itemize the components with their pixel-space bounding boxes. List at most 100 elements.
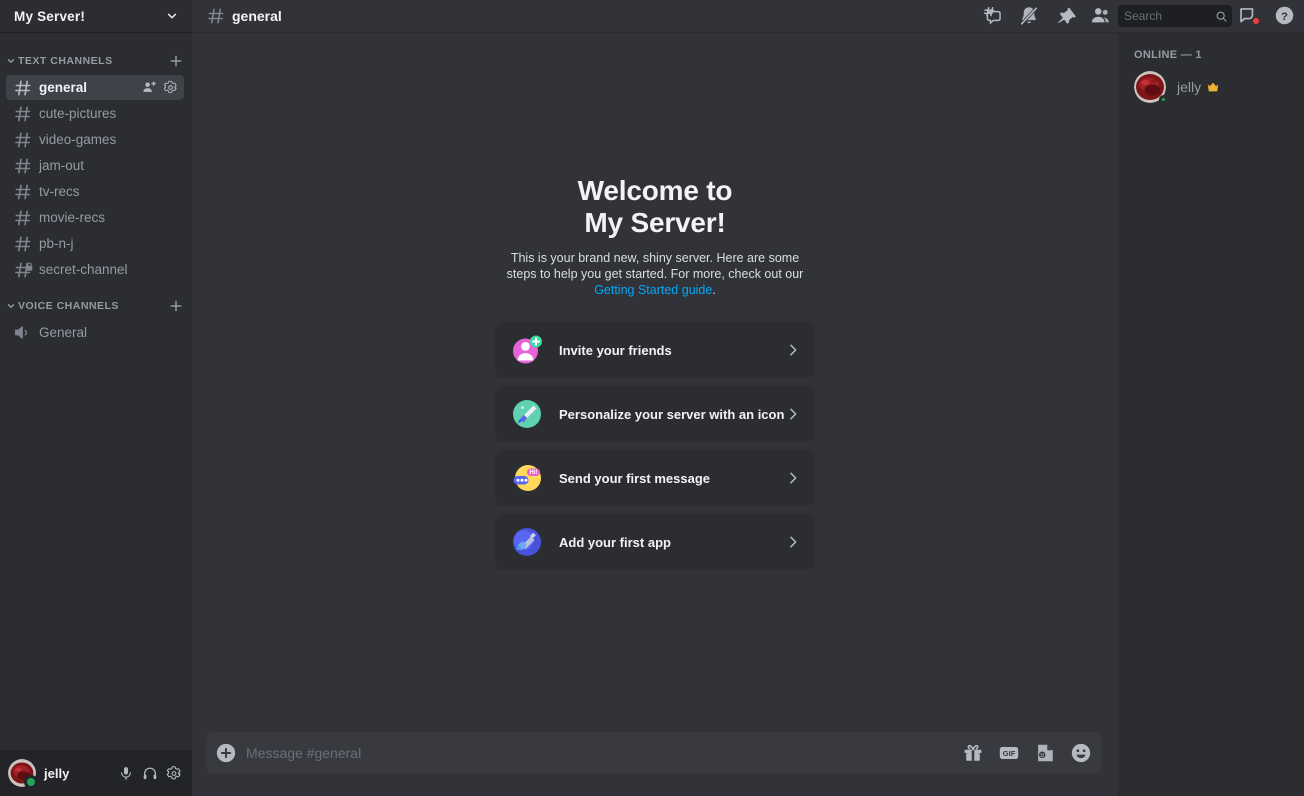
channel-name: tv-recs bbox=[39, 184, 80, 199]
discord-app: My Server! TEXT CHANNELS general cute-pi… bbox=[0, 0, 1304, 796]
welcome-title-line1: Welcome to bbox=[577, 174, 733, 206]
welcome-block: Welcome to My Server! This is your brand… bbox=[192, 175, 1118, 571]
hash-icon bbox=[13, 208, 33, 228]
status-dot-online bbox=[24, 775, 38, 789]
gif-icon[interactable]: GIF bbox=[998, 742, 1020, 764]
gear-icon[interactable] bbox=[164, 763, 184, 783]
member-name: jelly bbox=[1177, 79, 1202, 95]
add-voice-channel-button[interactable] bbox=[168, 298, 184, 314]
welcome-description-text: This is your brand new, shiny server. He… bbox=[506, 251, 804, 282]
getting-started-link[interactable]: Getting Started guide bbox=[594, 283, 712, 297]
avatar[interactable] bbox=[8, 759, 38, 789]
chevron-right-icon bbox=[785, 470, 801, 486]
welcome-description: This is your brand new, shiny server. He… bbox=[499, 251, 811, 298]
inbox-icon[interactable] bbox=[1238, 5, 1260, 27]
lock-icon bbox=[26, 262, 33, 271]
sidebar-channel-cute-pictures[interactable]: cute-pictures bbox=[6, 101, 184, 126]
bell-off-icon[interactable] bbox=[1018, 5, 1040, 27]
server-name: My Server! bbox=[14, 8, 86, 24]
chevron-down-icon bbox=[6, 301, 16, 311]
plus-circle-icon[interactable] bbox=[206, 732, 246, 774]
user-panel-username[interactable]: jelly bbox=[44, 766, 108, 781]
sidebar-channel-jam-out[interactable]: jam-out bbox=[6, 153, 184, 178]
pin-icon[interactable] bbox=[1054, 5, 1076, 27]
gear-icon[interactable] bbox=[163, 80, 178, 95]
channel-name: jam-out bbox=[39, 158, 85, 173]
svg-text:?: ? bbox=[1281, 11, 1288, 23]
chat-column: Welcome to My Server! This is your brand… bbox=[192, 33, 1118, 796]
composer-wrapper: GIF bbox=[192, 732, 1118, 796]
threads-icon[interactable] bbox=[982, 5, 1004, 27]
hash-icon bbox=[13, 156, 33, 176]
card-send-your-first-message[interactable]: Hi! Send your first message bbox=[495, 450, 815, 507]
member-list-item-jelly[interactable]: jelly bbox=[1126, 66, 1296, 108]
welcome-title-line2: My Server! bbox=[584, 206, 726, 238]
search-input[interactable] bbox=[1124, 9, 1215, 23]
members-icon[interactable] bbox=[1090, 5, 1112, 27]
sidebar-channel-general[interactable]: general bbox=[6, 75, 184, 100]
channel-name: General bbox=[39, 325, 88, 340]
card-label: Add your first app bbox=[559, 534, 671, 550]
personalize-icon bbox=[511, 398, 543, 430]
hash-icon bbox=[13, 182, 33, 202]
first-message-icon: Hi! bbox=[511, 462, 543, 494]
card-label: Send your first message bbox=[559, 470, 710, 486]
member-list-header: ONLINE — 1 bbox=[1134, 49, 1202, 61]
help-circle-icon[interactable]: ? bbox=[1274, 5, 1296, 27]
sidebar-channel-pb-n-j[interactable]: pb-n-j bbox=[6, 231, 184, 256]
sidebar-channel-video-games[interactable]: video-games bbox=[6, 127, 184, 152]
hash-icon bbox=[13, 130, 33, 150]
hash-lock-icon bbox=[13, 260, 33, 280]
gift-icon[interactable] bbox=[962, 742, 984, 764]
chevron-down-icon[interactable] bbox=[165, 9, 179, 23]
category-voice-channels[interactable]: VOICE CHANNELS bbox=[6, 294, 184, 318]
status-dot-online bbox=[1159, 95, 1168, 104]
sidebar-voice-channel-general[interactable]: General bbox=[6, 320, 184, 345]
first-app-icon bbox=[511, 526, 543, 558]
card-invite-your-friends[interactable]: Invite your friends bbox=[495, 322, 815, 379]
channel-sidebar: My Server! TEXT CHANNELS general cute-pi… bbox=[0, 0, 192, 796]
card-add-your-first-app[interactable]: Add your first app bbox=[495, 514, 815, 571]
search-box[interactable] bbox=[1118, 5, 1232, 27]
content-area: Welcome to My Server! This is your brand… bbox=[192, 33, 1304, 796]
card-label: Personalize your server with an icon bbox=[559, 406, 785, 422]
category-text-channels[interactable]: TEXT CHANNELS bbox=[6, 49, 184, 73]
channel-name: pb-n-j bbox=[39, 236, 74, 251]
member-list: ONLINE — 1 jelly bbox=[1118, 33, 1304, 796]
category-label-voice: VOICE CHANNELS bbox=[18, 300, 119, 312]
speaker-icon bbox=[13, 323, 33, 343]
member-name-row: jelly bbox=[1177, 79, 1220, 95]
hash-icon bbox=[206, 6, 226, 26]
inbox-unread-badge bbox=[1252, 17, 1260, 25]
server-header[interactable]: My Server! bbox=[0, 0, 192, 33]
chevron-right-icon bbox=[785, 342, 801, 358]
microphone-icon[interactable] bbox=[116, 763, 136, 783]
topbar-actions bbox=[982, 5, 1112, 27]
sidebar-channel-secret-channel[interactable]: secret-channel bbox=[6, 257, 184, 282]
headphones-icon[interactable] bbox=[140, 763, 160, 783]
user-panel-controls bbox=[116, 763, 184, 783]
hash-icon bbox=[13, 104, 33, 124]
sticker-icon[interactable] bbox=[1034, 742, 1056, 764]
message-input[interactable] bbox=[246, 732, 952, 774]
avatar bbox=[1134, 71, 1168, 104]
emoji-icon[interactable] bbox=[1070, 742, 1092, 764]
page-title: general bbox=[232, 8, 282, 24]
sidebar-channel-movie-recs[interactable]: movie-recs bbox=[6, 205, 184, 230]
card-label: Invite your friends bbox=[559, 342, 672, 358]
channel-name: secret-channel bbox=[39, 262, 128, 277]
card-personalize-your-server[interactable]: Personalize your server with an icon bbox=[495, 386, 815, 443]
svg-text:Hi!: Hi! bbox=[530, 470, 538, 476]
onboarding-cards: Invite your friends Personalize your ser… bbox=[495, 322, 815, 571]
search-icon bbox=[1215, 10, 1228, 23]
add-text-channel-button[interactable] bbox=[168, 53, 184, 69]
channel-name: video-games bbox=[39, 132, 117, 147]
top-bar: general Search ? bbox=[192, 0, 1304, 33]
hash-icon bbox=[13, 234, 33, 254]
channel-list: TEXT CHANNELS general cute-pictures vide… bbox=[0, 33, 192, 750]
sidebar-channel-tv-recs[interactable]: tv-recs bbox=[6, 179, 184, 204]
crown-icon bbox=[1206, 80, 1220, 94]
create-invite-icon[interactable] bbox=[142, 80, 157, 95]
message-composer[interactable]: GIF bbox=[206, 732, 1102, 774]
channel-name: movie-recs bbox=[39, 210, 106, 225]
